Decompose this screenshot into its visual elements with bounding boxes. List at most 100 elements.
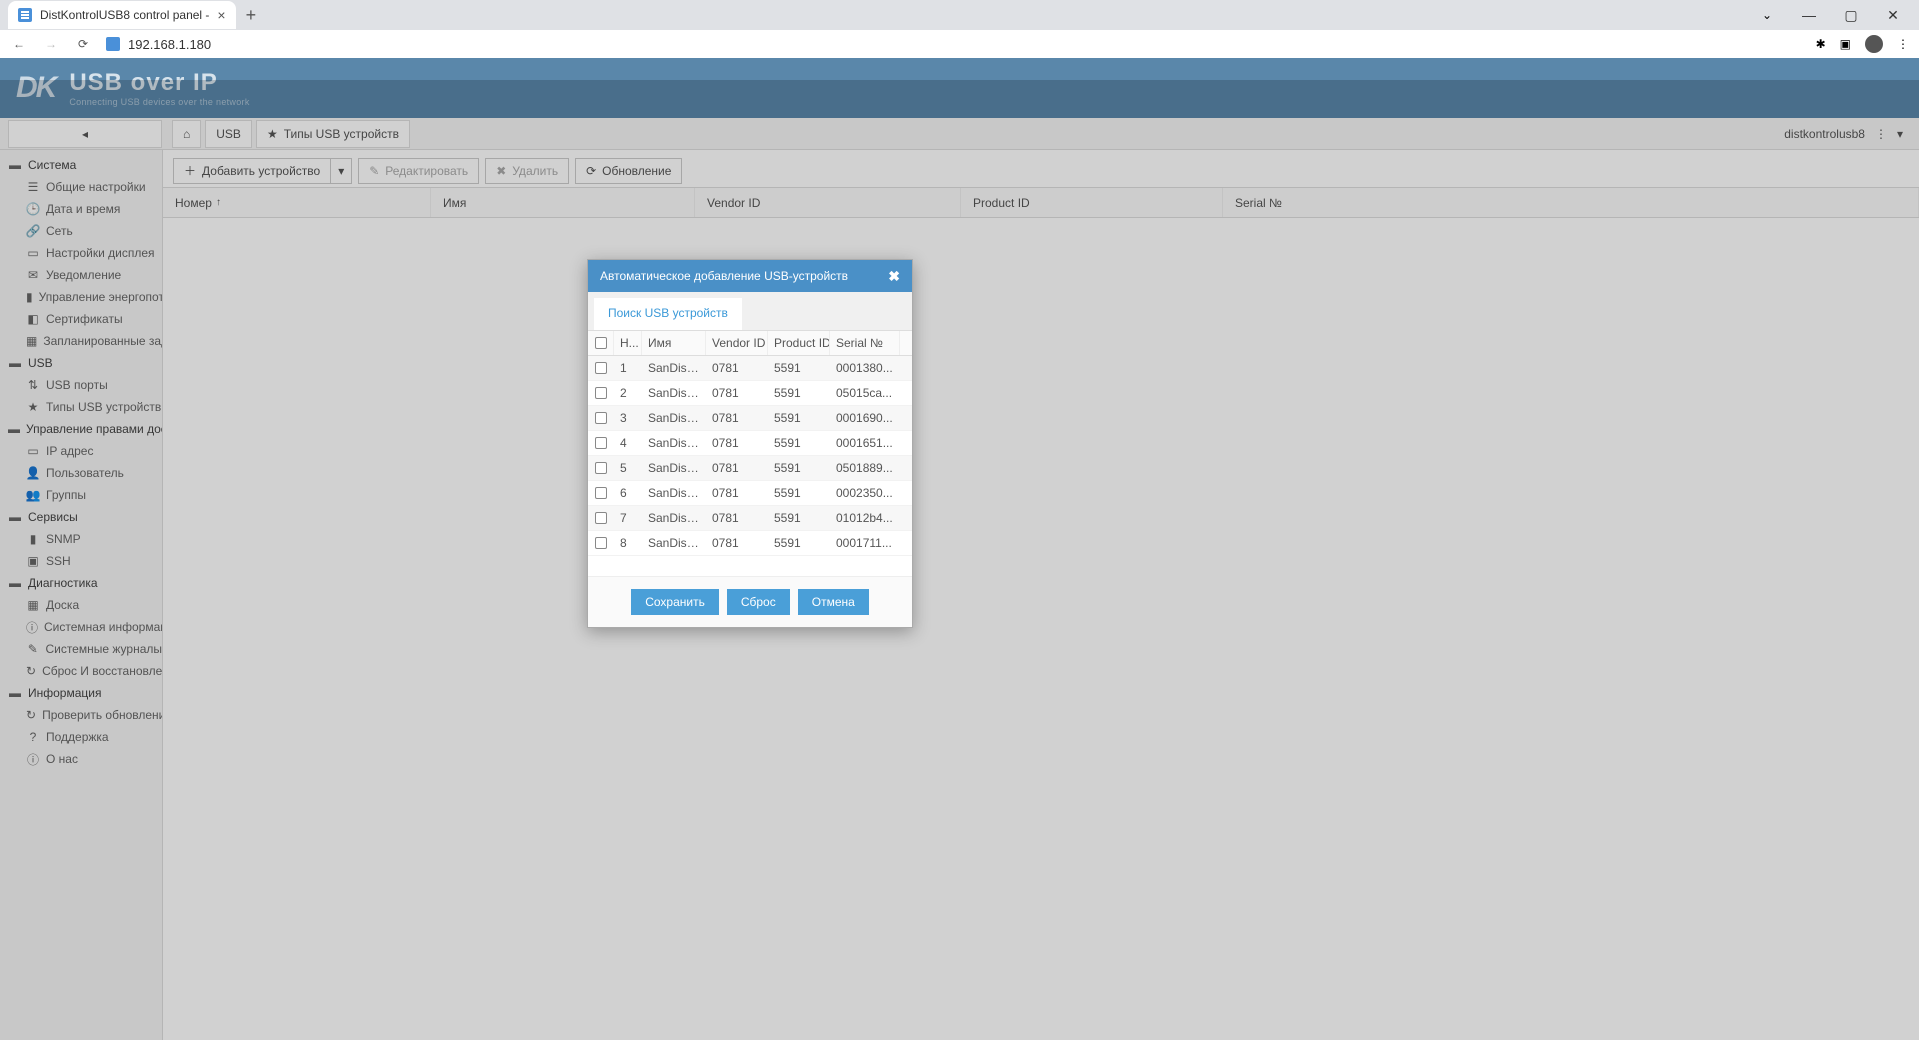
- sidebar-item-datetime[interactable]: 🕒Дата и время: [0, 198, 162, 220]
- add-device-dropdown[interactable]: ▾: [330, 158, 352, 184]
- breadcrumb-bar: ◂ ⌂ USB ★ Типы USB устройств distkontrol…: [0, 118, 1919, 150]
- extensions-icon[interactable]: ✱: [1816, 37, 1826, 51]
- col-name[interactable]: Имя: [431, 188, 695, 217]
- row-checkbox[interactable]: [588, 487, 614, 499]
- sidebar-item-reset[interactable]: ↻Сброс И восстановление: [0, 660, 162, 682]
- sidebar-collapse-button[interactable]: ◂: [8, 120, 162, 148]
- clock-icon: 🕒: [26, 202, 40, 216]
- url-box[interactable]: 192.168.1.180: [106, 37, 1802, 52]
- sidebar-item-general[interactable]: ☰Общие настройки: [0, 176, 162, 198]
- tab-close-icon[interactable]: ×: [217, 7, 225, 23]
- sidebar-item-power[interactable]: ▮Управление энергопотр: [0, 286, 162, 308]
- row-checkbox[interactable]: [588, 387, 614, 399]
- refresh-button[interactable]: ⟳ Обновление: [575, 158, 682, 184]
- sidebar-item-network[interactable]: 🔗Сеть: [0, 220, 162, 242]
- checkbox-all[interactable]: [595, 337, 607, 349]
- table-row[interactable]: 7SanDisk ...0781559101012b4...: [588, 506, 912, 531]
- site-info-icon[interactable]: [106, 37, 120, 51]
- row-checkbox[interactable]: [588, 412, 614, 424]
- sidebar-item-usb-types[interactable]: ★Типы USB устройств: [0, 396, 162, 418]
- cell-number: 7: [614, 511, 642, 525]
- user-menu-icon[interactable]: ⋮: [1875, 127, 1887, 141]
- modal-tab-search[interactable]: Поиск USB устройств: [594, 298, 742, 330]
- sidebar-group-diag[interactable]: ▬Диагностика: [0, 572, 162, 594]
- breadcrumb-types[interactable]: ★ Типы USB устройств: [256, 120, 410, 148]
- close-window-icon[interactable]: ✕: [1875, 1, 1911, 29]
- table-row[interactable]: 3SanDisk ...078155910001690...: [588, 406, 912, 431]
- reload-icon[interactable]: ⟳: [74, 35, 92, 53]
- sidebar-item-about[interactable]: ⓘО нас: [0, 748, 162, 770]
- profile-avatar-icon[interactable]: [1865, 35, 1883, 53]
- col-product[interactable]: Product ID: [961, 188, 1223, 217]
- sidebar-item-groups[interactable]: 👥Группы: [0, 484, 162, 506]
- table-row[interactable]: 4SanDisk ...078155910001651...: [588, 431, 912, 456]
- table-row[interactable]: 8SanDisk ...078155910001711...: [588, 531, 912, 556]
- sidebar-item-usb-ports[interactable]: ⇅USB порты: [0, 374, 162, 396]
- table-row[interactable]: 1SanDisk ...078155910001380...: [588, 356, 912, 381]
- sidebar-item-syslog[interactable]: ✎Системные журналы: [0, 638, 162, 660]
- breadcrumb-usb[interactable]: USB: [205, 120, 252, 148]
- col-number[interactable]: Номер↑: [163, 188, 431, 217]
- link-icon: 🔗: [26, 224, 40, 238]
- sidebar-item-updates[interactable]: ↻Проверить обновления: [0, 704, 162, 726]
- cancel-button[interactable]: Отмена: [798, 589, 869, 615]
- sidebar-item-tasks[interactable]: ▦Запланированные задан: [0, 330, 162, 352]
- add-device-button[interactable]: ＋ Добавить устройство: [173, 158, 330, 184]
- col-vendor[interactable]: Vendor ID: [695, 188, 961, 217]
- log-icon: ✎: [26, 642, 39, 656]
- mcol-number[interactable]: Н...: [614, 331, 642, 355]
- save-button[interactable]: Сохранить: [631, 589, 719, 615]
- sidebar-item-board[interactable]: ▦Доска: [0, 594, 162, 616]
- sidebar-group-services[interactable]: ▬Сервисы: [0, 506, 162, 528]
- sidebar-item-notify[interactable]: ✉Уведомление: [0, 264, 162, 286]
- home-button[interactable]: ⌂: [172, 120, 201, 148]
- row-checkbox[interactable]: [588, 437, 614, 449]
- minimize-icon[interactable]: —: [1791, 1, 1827, 29]
- mcol-serial[interactable]: Serial №: [830, 331, 900, 355]
- sidebar-item-ssh[interactable]: ▣SSH: [0, 550, 162, 572]
- sliders-icon: ☰: [26, 180, 40, 194]
- browser-tab[interactable]: DistKontrolUSB8 control panel - ×: [8, 1, 236, 29]
- row-checkbox[interactable]: [588, 512, 614, 524]
- mcol-product[interactable]: Product ID: [768, 331, 830, 355]
- sidebar-item-support[interactable]: ?Поддержка: [0, 726, 162, 748]
- col-serial[interactable]: Serial №: [1223, 188, 1919, 217]
- maximize-icon[interactable]: ▢: [1833, 1, 1869, 29]
- app-header: DK USB over IP Connecting USB devices ov…: [0, 58, 1919, 118]
- row-checkbox[interactable]: [588, 362, 614, 374]
- modal-close-icon[interactable]: ✖: [888, 268, 900, 285]
- col-checkbox[interactable]: [588, 331, 614, 355]
- menu-icon[interactable]: ⋮: [1897, 37, 1909, 51]
- logo-mark-icon: DK: [16, 71, 55, 105]
- sidebar-group-access[interactable]: ▬Управление правами досту: [0, 418, 162, 440]
- sidebar-group-system[interactable]: ▬Система: [0, 154, 162, 176]
- mcol-vendor[interactable]: Vendor ID: [706, 331, 768, 355]
- cell-vendor: 0781: [706, 461, 768, 475]
- row-checkbox[interactable]: [588, 462, 614, 474]
- sidebar-item-sysinfo[interactable]: ⓘСистемная информация: [0, 616, 162, 638]
- sidebar-item-display[interactable]: ▭Настройки дисплея: [0, 242, 162, 264]
- new-tab-button[interactable]: +: [246, 5, 257, 26]
- update-icon: ↻: [26, 708, 36, 722]
- modal-grid-header: Н... Имя Vendor ID Product ID Serial №: [588, 330, 912, 356]
- sidebar-item-ip[interactable]: ▭IP адрес: [0, 440, 162, 462]
- sidebar-item-certs[interactable]: ◧Сертификаты: [0, 308, 162, 330]
- table-row[interactable]: 2SanDisk ...0781559105015ca...: [588, 381, 912, 406]
- table-row[interactable]: 6SanDisk ...078155910002350...: [588, 481, 912, 506]
- sidebar-item-user[interactable]: 👤Пользователь: [0, 462, 162, 484]
- sidepanel-icon[interactable]: ▣: [1840, 37, 1851, 51]
- chevron-down-icon[interactable]: ▾: [1897, 127, 1903, 141]
- sidebar-group-info[interactable]: ▬Информация: [0, 682, 162, 704]
- mcol-name[interactable]: Имя: [642, 331, 706, 355]
- back-icon[interactable]: ←: [10, 35, 28, 53]
- modal-header[interactable]: Автоматическое добавление USB-устройств …: [588, 260, 912, 292]
- tabs-dropdown-icon[interactable]: ⌄: [1749, 1, 1785, 29]
- forward-icon[interactable]: →: [42, 35, 60, 53]
- cell-vendor: 0781: [706, 361, 768, 375]
- reset-button[interactable]: Сброс: [727, 589, 790, 615]
- row-checkbox[interactable]: [588, 537, 614, 549]
- table-row[interactable]: 5SanDisk ...078155910501889...: [588, 456, 912, 481]
- monitor-icon: ▭: [26, 246, 40, 260]
- sidebar-group-usb[interactable]: ▬USB: [0, 352, 162, 374]
- sidebar-item-snmp[interactable]: ▮SNMP: [0, 528, 162, 550]
